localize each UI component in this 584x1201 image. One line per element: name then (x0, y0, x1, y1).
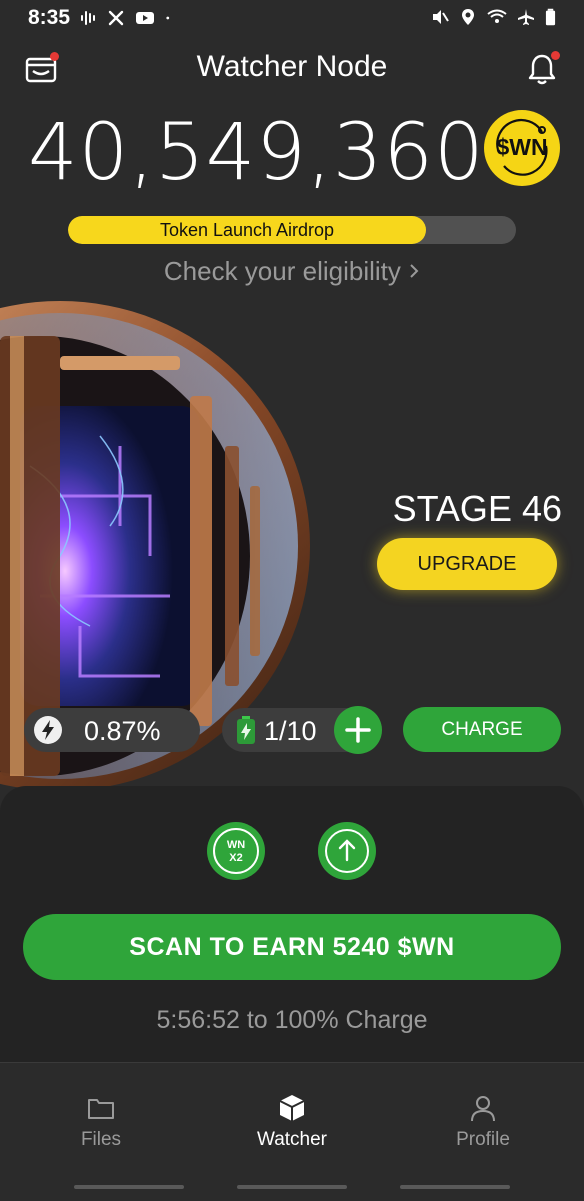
location-icon (462, 9, 474, 25)
scan-to-earn-button[interactable]: SCAN TO EARN 5240 $WN (23, 914, 561, 980)
add-energy-button[interactable] (334, 706, 382, 754)
eligibility-label: Check your eligibility (163, 256, 401, 286)
wifi-icon (487, 9, 507, 23)
arrow-up-icon (325, 829, 369, 873)
plus-icon (345, 717, 371, 743)
check-eligibility-link[interactable]: Check your eligibility (0, 256, 584, 287)
boost-line1: WN (226, 839, 246, 851)
wn-x2-boost-button[interactable]: WN X2 (207, 822, 265, 880)
gesture-bar (237, 1185, 347, 1189)
dot-icon (166, 16, 170, 20)
upgrade-button[interactable]: UPGRADE (377, 538, 557, 590)
arrow-up-boost-button[interactable] (318, 822, 376, 880)
energy-value: 1/10 (264, 716, 317, 746)
nav-item-files[interactable]: Files (41, 1093, 161, 1151)
page-title: Watcher Node (196, 50, 388, 83)
airdrop-progress-bar: Token Launch Airdrop (68, 216, 516, 244)
nav-label-watcher: Watcher (256, 1129, 328, 1150)
airdrop-progress-label: Token Launch Airdrop (159, 220, 335, 240)
mining-rate-value: 0.87% (84, 716, 161, 746)
token-badge: $WN (484, 110, 560, 186)
status-time: 8:35 (28, 6, 71, 29)
airplane-icon (518, 9, 534, 25)
wn-x2-icon: WN X2 (213, 828, 259, 874)
nav-item-watcher[interactable]: Watcher (232, 1093, 352, 1151)
folder-icon (88, 1099, 114, 1119)
nav-label-files: Files (80, 1129, 122, 1150)
battery-icon (545, 8, 556, 26)
bottom-nav: Files Watcher Profile (0, 1062, 584, 1201)
mining-rate-pill: 0.87% (24, 708, 200, 752)
gesture-bar (400, 1185, 510, 1189)
bolt-icon (34, 716, 62, 744)
cube-icon (279, 1095, 305, 1121)
bell-notification-dot (551, 51, 560, 60)
charge-time-info: 5:56:52 to 100% Charge (156, 1006, 428, 1034)
nav-label-profile: Profile (456, 1129, 510, 1150)
youtube-icon (136, 12, 154, 24)
token-badge-label: $WN (496, 134, 548, 160)
user-icon (471, 1096, 495, 1122)
battery-charge-icon (237, 716, 255, 744)
audio-icon (81, 11, 95, 25)
boost-line2: X2 (229, 852, 243, 864)
token-balance: 40,549,360 (28, 108, 485, 198)
chevron-right-icon (410, 264, 419, 278)
nav-item-profile[interactable]: Profile (423, 1093, 543, 1151)
x-icon (108, 10, 124, 26)
status-bar: 8:35 (0, 0, 584, 36)
app-header: Watcher Node (0, 40, 584, 98)
mute-icon (433, 10, 449, 24)
gesture-bar (74, 1185, 184, 1189)
charge-button[interactable]: CHARGE (403, 707, 561, 752)
stage-title: STAGE 46 (392, 488, 562, 529)
